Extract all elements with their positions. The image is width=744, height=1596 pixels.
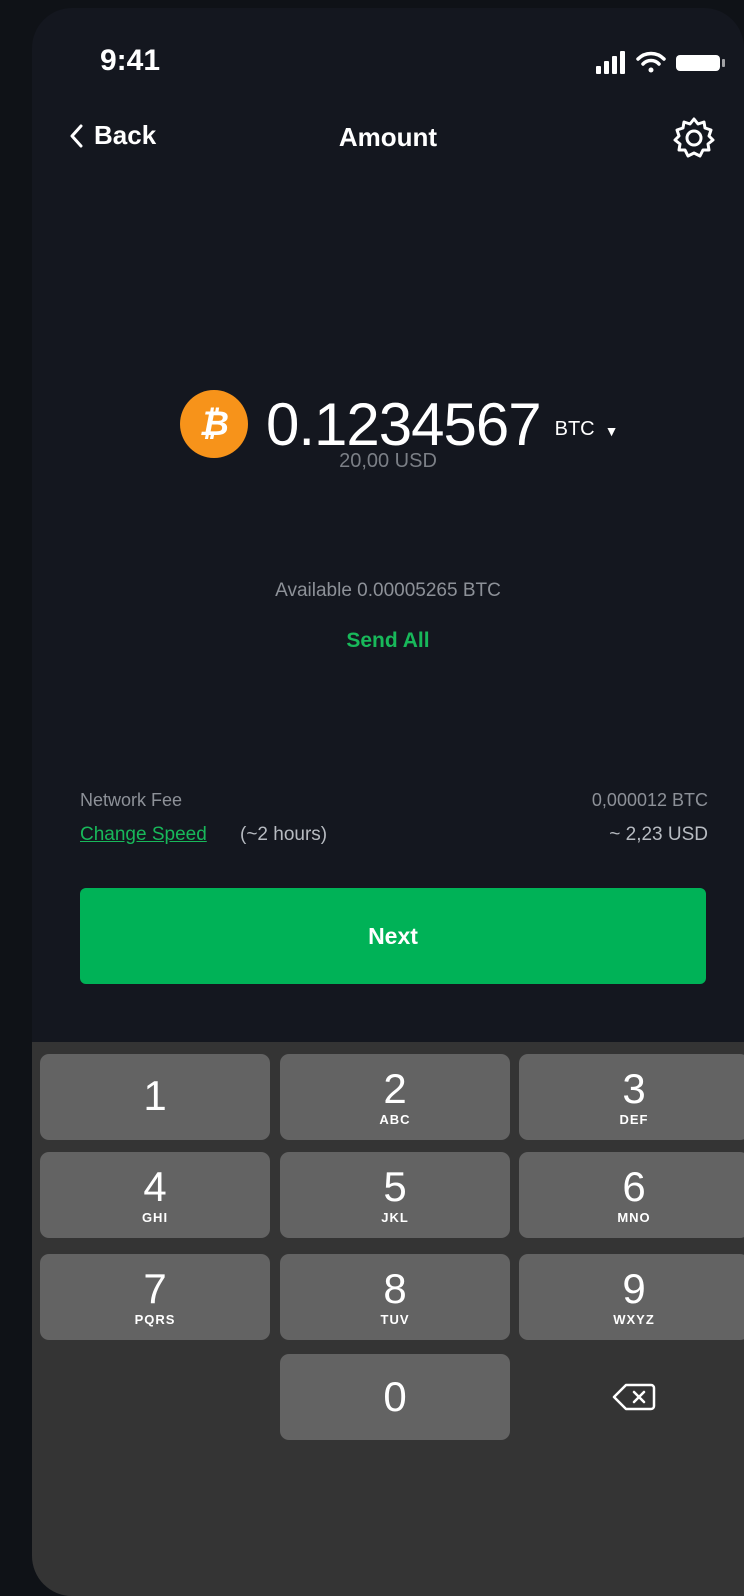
key-4[interactable]: 4 GHI — [40, 1152, 270, 1238]
change-speed-link[interactable]: Change Speed — [80, 824, 207, 846]
key-6[interactable]: 6 MNO — [519, 1152, 744, 1238]
key-5[interactable]: 5 JKL — [280, 1152, 510, 1238]
signal-icon — [596, 51, 625, 74]
numeric-keypad: 1 2 ABC 3 DEF 4 GHI 5 JKL 6 MNO 7 PQRS 8 — [32, 1042, 744, 1596]
key-0[interactable]: 0 — [280, 1354, 510, 1440]
speed-estimate: (~2 hours) — [240, 824, 328, 845]
network-fee-btc: 0,000012 BTC — [591, 790, 708, 810]
key-9[interactable]: 9 WXYZ — [519, 1254, 744, 1340]
status-time: 9:41 — [100, 44, 161, 77]
app-screen: 9:41 Back Amount ₿ 0.1234567 BTC ▼ 20,00… — [32, 8, 744, 1596]
key-1[interactable]: 1 — [40, 1054, 270, 1140]
delete-key[interactable] — [519, 1354, 744, 1440]
backspace-icon — [612, 1383, 656, 1411]
battery-icon — [676, 55, 725, 71]
available-balance: Available 0.00005265 BTC — [275, 580, 501, 601]
bitcoin-icon: ₿ — [180, 390, 248, 458]
fiat-amount: 20,00 USD — [339, 450, 437, 472]
page-title: Amount — [338, 122, 438, 152]
key-7[interactable]: 7 PQRS — [40, 1254, 270, 1340]
chevron-down-icon[interactable]: ▼ — [605, 423, 619, 439]
network-fee-usd: ~ 2,23 USD — [609, 824, 708, 845]
send-all-link[interactable]: Send All — [32, 629, 744, 653]
key-3[interactable]: 3 DEF — [519, 1054, 744, 1140]
gear-icon[interactable] — [672, 116, 716, 160]
key-8[interactable]: 8 TUV — [280, 1254, 510, 1340]
status-icons — [596, 51, 725, 74]
network-fee-label: Network Fee — [80, 790, 183, 810]
currency-selector[interactable]: BTC — [555, 418, 595, 441]
next-button[interactable]: Next — [80, 888, 706, 984]
amount-value: 0.1234567 — [266, 390, 542, 458]
key-2[interactable]: 2 ABC — [280, 1054, 510, 1140]
wifi-icon — [636, 51, 666, 73]
